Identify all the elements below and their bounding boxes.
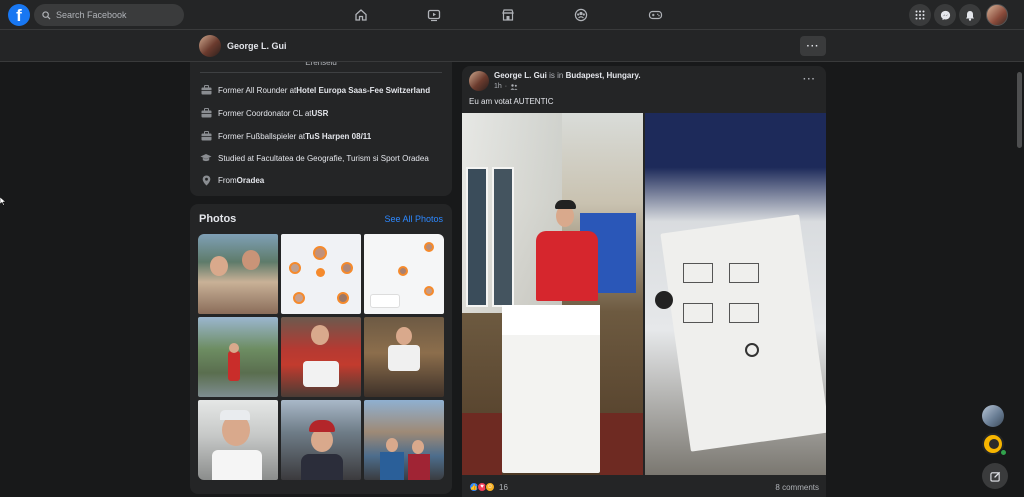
photos-grid (198, 234, 444, 480)
marketplace-icon[interactable] (499, 6, 517, 24)
friends-audience-icon (510, 83, 518, 90)
search-icon (42, 10, 51, 20)
mouse-cursor-icon (0, 197, 6, 206)
intro-item: Former Fußballspieler at TuS Harpen 08/1… (200, 129, 371, 143)
post-location[interactable]: Budapest, Hungary. (566, 71, 641, 80)
post-time[interactable]: 1h (494, 83, 502, 90)
photo-thumbnail[interactable] (198, 234, 278, 314)
compose-icon (989, 471, 1000, 482)
contact-bubble[interactable] (982, 405, 1004, 427)
post-reactions-bar: 👍 ♥ ☺ 16 8 comments (462, 477, 826, 497)
photo-thumbnail[interactable] (364, 400, 444, 480)
intro-item: Former Coordonator CL at USR (200, 106, 328, 120)
post-author-name[interactable]: George L. Gui (494, 71, 547, 80)
post-author-avatar[interactable] (469, 71, 489, 91)
profile-name[interactable]: George L. Gui (227, 41, 287, 51)
messenger-icon (940, 10, 950, 20)
intro-item: Studied at Facultatea de Geografie, Turi… (200, 151, 429, 165)
post-card: George L. Gui is in Budapest, Hungary. 1… (462, 66, 826, 497)
post-options-button[interactable]: ··· (803, 74, 816, 85)
groups-icon[interactable] (572, 6, 590, 24)
watch-video-icon[interactable] (425, 6, 443, 24)
gaming-icon[interactable] (646, 6, 664, 24)
photo-thumbnail[interactable] (281, 234, 361, 314)
photo-thumbnail[interactable] (364, 317, 444, 397)
facebook-logo[interactable]: f (8, 4, 30, 26)
photos-title[interactable]: Photos (199, 213, 236, 225)
account-avatar[interactable] (986, 4, 1008, 26)
intro-item-link[interactable]: USR (312, 109, 329, 118)
search-box[interactable] (34, 4, 184, 26)
photo-thumbnail[interactable] (198, 317, 278, 397)
photo-thumbnail[interactable] (198, 400, 278, 480)
reaction-count: 16 (499, 482, 508, 492)
photos-card: Photos See All Photos (190, 204, 452, 494)
haha-icon: ☺ (485, 482, 495, 492)
comments-count-link[interactable]: 8 comments (775, 483, 819, 492)
more-dots-icon: ··· (803, 74, 816, 85)
briefcase-icon (200, 84, 212, 96)
profile-avatar[interactable] (199, 35, 221, 57)
intro-item-text[interactable]: Studied at Facultatea de Geografie, Turi… (218, 154, 429, 163)
reactions-summary[interactable]: 👍 ♥ ☺ 16 (469, 482, 508, 492)
graduation-cap-icon (200, 152, 212, 164)
post-is-in: is in (546, 71, 566, 80)
home-icon[interactable] (352, 6, 370, 24)
page-scrollbar-thumb[interactable] (1017, 72, 1022, 148)
online-status-dot (1000, 449, 1007, 456)
intro-item-prefix: Former All Rounder at (218, 85, 297, 95)
profile-more-button[interactable]: ··· (800, 36, 826, 56)
intro-item-link[interactable]: Oradea (237, 176, 265, 185)
intro-item-prefix: Former Fußballspieler at (218, 131, 306, 141)
notifications-button[interactable] (959, 4, 981, 26)
intro-item: Former All Rounder at Hotel Europa Saas-… (200, 83, 430, 97)
grid-icon (915, 10, 925, 20)
profile-header-bar: George L. Gui ··· (0, 30, 1024, 62)
intro-cut-text: Erenseid (305, 62, 337, 67)
intro-card: Erenseid Former All Rounder at Hotel Eur… (190, 62, 452, 196)
search-input[interactable] (56, 10, 176, 20)
menu-grid-button[interactable] (909, 4, 931, 26)
messenger-button[interactable] (934, 4, 956, 26)
photo-thumbnail[interactable] (364, 234, 444, 314)
post-text: Eu am votat AUTENTIC (469, 97, 554, 106)
new-message-button[interactable] (982, 463, 1008, 489)
top-navigation-bar: f (0, 0, 1024, 30)
briefcase-icon (200, 107, 212, 119)
intro-item-prefix: From (218, 175, 237, 185)
photo-thumbnail[interactable] (281, 317, 361, 397)
more-dots-icon: ··· (806, 40, 820, 52)
intro-item-prefix: Former Coordonator CL at (218, 108, 312, 118)
post-meta: 1h · (494, 83, 518, 90)
divider (200, 72, 442, 73)
see-all-photos-link[interactable]: See All Photos (384, 214, 443, 224)
briefcase-icon (200, 130, 212, 142)
intro-item-link[interactable]: Hotel Europa Saas-Fee Switzerland (296, 86, 430, 95)
intro-item: From Oradea (200, 173, 264, 187)
bell-icon (966, 10, 974, 21)
intro-item-link[interactable]: TuS Harpen 08/11 (305, 132, 371, 141)
location-pin-icon (200, 174, 212, 186)
post-photo-right[interactable] (645, 113, 826, 475)
post-photo-left[interactable] (462, 113, 643, 475)
photo-thumbnail[interactable] (281, 400, 361, 480)
post-header: George L. Gui is in Budapest, Hungary. (494, 71, 641, 80)
